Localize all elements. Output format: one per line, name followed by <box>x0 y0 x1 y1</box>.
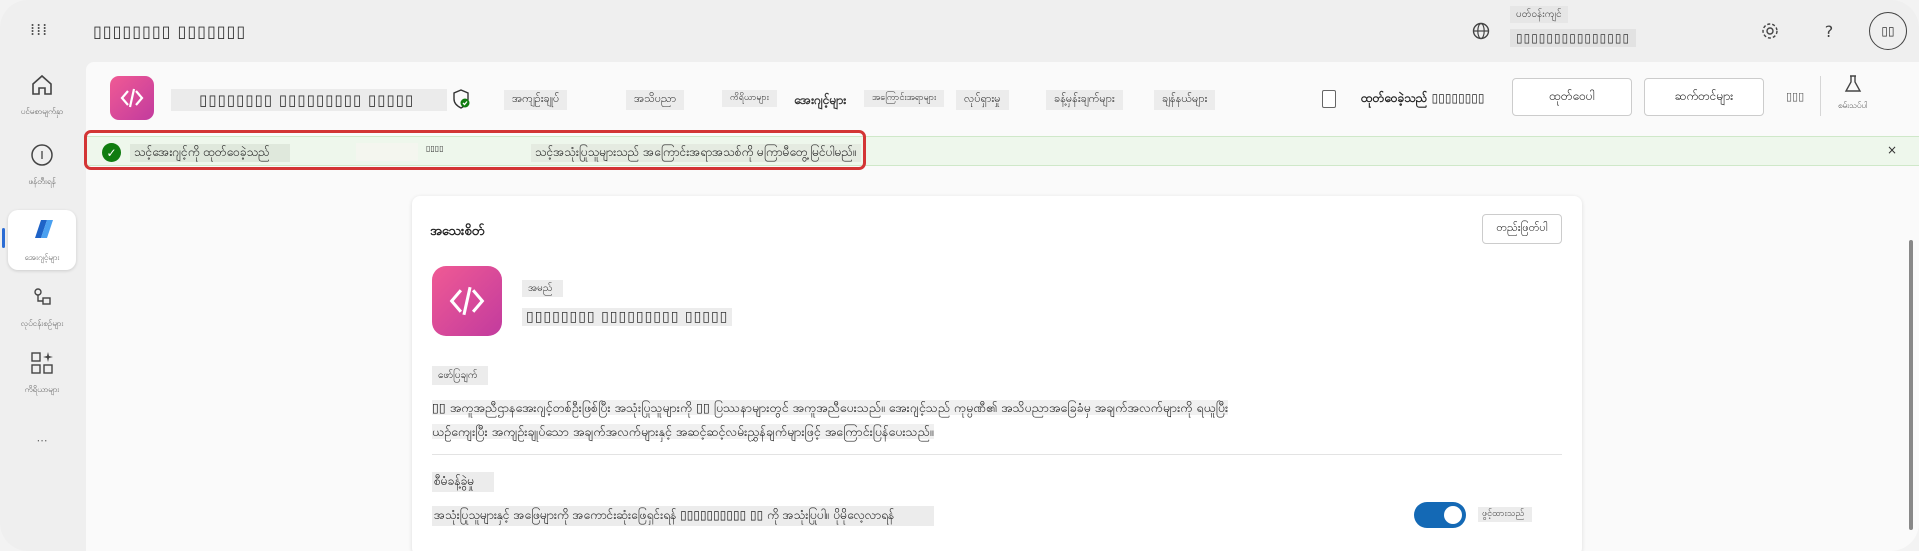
description-line: ▯▯ အကူအညီဌာနအေးဂျင့်တစ်ဦးဖြစ်ပြီး အသုံးပ… <box>432 400 1229 415</box>
flow-icon <box>29 284 55 316</box>
toggle-label: ဖွင့်ထားသည် <box>1478 507 1533 522</box>
description-text: ▯▯ အကူအညီဌာနအေးဂျင့်တစ်ဦးဖြစ်ပြီး အသုံးပ… <box>432 396 1532 444</box>
agent-logo-icon <box>432 266 502 336</box>
agent-icon <box>27 216 57 250</box>
rail-label-flows: လုပ်ငန်းစဉ်များ <box>20 319 64 328</box>
shield-check-icon <box>450 88 472 114</box>
rail-label-create: ဖန်တီးရန် <box>28 177 56 186</box>
rail-label-agents: အေးဂျင့်များ <box>24 253 60 262</box>
window-frame: ⁞⁞⁞ ▯▯▯▯▯▯▯▯ ▯▯▯▯▯▯▯ ပတ်ဝန်းကျင် ▯▯▯▯▯▯▯… <box>0 0 1919 551</box>
help-icon[interactable]: ? <box>1816 18 1842 44</box>
app-title: ▯▯▯▯▯▯▯▯ ▯▯▯▯▯▯▯ <box>93 22 247 41</box>
globe-icon[interactable] <box>1468 18 1494 44</box>
environment-picker[interactable]: ပတ်ဝန်းကျင် ▯▯▯▯▯▯▯▯▯▯▯▯▯▯▯ <box>1510 6 1640 47</box>
more-options-button[interactable]: ▯▯▯ <box>1786 90 1804 103</box>
rail-item-create[interactable]: ဖန်တီးရန် <box>8 142 76 188</box>
divider <box>1820 76 1821 116</box>
test-label: စမ်းသပ်ပါ <box>1838 101 1868 110</box>
left-rail: ပင်မစာမျက်နှာ ဖန်တီးရန် အေးဂျင့်များ လုပ… <box>0 62 86 551</box>
divider <box>432 454 1562 455</box>
publish-status: ထုတ်ဝေခဲ့သည် ▯▯▯▯▯▯▯▯ <box>1361 91 1485 105</box>
publish-button[interactable]: ထုတ်ဝေပါ <box>1512 78 1632 116</box>
tab-analytics[interactable]: ခန့်မှန်းချက်များ <box>1046 90 1123 110</box>
section-text: အသုံးပြုသူများနှင့် အဖြေများကို အကောင်းဆ… <box>432 506 935 526</box>
rail-label-tools: ကိရိယာများ <box>24 385 60 394</box>
tab-tools[interactable]: ကိရိယာများ <box>722 90 777 107</box>
close-icon[interactable]: × <box>1887 143 1897 157</box>
description-line: ယဉ်ကျေးပြီး အကျဉ်းချုပ်သော အချက်အလက်များ… <box>432 424 934 439</box>
settings-button[interactable]: ဆက်တင်များ <box>1644 78 1764 116</box>
rail-item-home[interactable]: ပင်မစာမျက်နှာ <box>8 72 76 118</box>
tab-knowledge[interactable]: အသိပညာ <box>626 90 685 110</box>
agent-name: ▯▯▯▯▯▯▯▯ ▯▯▯▯▯▯▯▯▯ ▯▯▯▯▯ <box>171 89 447 111</box>
add-circle-icon <box>29 142 55 174</box>
flask-icon <box>1843 74 1863 98</box>
rail-item-flows[interactable]: လုပ်ငန်းစဉ်များ <box>8 284 76 330</box>
agent-logo-icon <box>110 76 154 120</box>
rail-item-more[interactable]: ⋯ <box>8 432 76 447</box>
rail-label-more: ⋯ <box>36 434 48 447</box>
avatar[interactable]: ▯▯ <box>1869 12 1907 50</box>
name-value: ▯▯▯▯▯▯▯▯ ▯▯▯▯▯▯▯▯▯ ▯▯▯▯▯ <box>522 308 733 326</box>
apps-icon <box>29 350 55 382</box>
name-label: အမည် <box>522 280 563 297</box>
tab-overview[interactable]: အကျဉ်းချုပ် <box>504 90 568 110</box>
scrollbar[interactable] <box>1909 240 1913 530</box>
card-title: အသေးစိတ် <box>430 224 485 239</box>
rail-item-agents[interactable]: အေးဂျင့်များ <box>2 210 76 270</box>
document-icon <box>1322 90 1336 108</box>
description-label: ဖော်ပြချက် <box>432 366 488 385</box>
tab-channels[interactable]: ချန်နယ်များ <box>1154 90 1216 110</box>
home-icon <box>29 72 55 104</box>
environment-label: ပတ်ဝန်းကျင် <box>1510 6 1568 23</box>
tab-activity[interactable]: လုပ်ရှားမှု <box>956 90 1009 110</box>
tab-agents[interactable]: အေးဂျင့်များ <box>786 90 854 112</box>
feature-toggle[interactable] <box>1414 502 1466 528</box>
details-card: အသေးစိတ် တည်းဖြတ်ပါ အမည် ▯▯▯▯▯▯▯▯ ▯▯▯▯▯▯… <box>412 196 1582 551</box>
highlight-box <box>84 130 866 170</box>
app-launcher-icon[interactable]: ⁞⁞⁞ <box>30 20 48 39</box>
top-bar: ⁞⁞⁞ ▯▯▯▯▯▯▯▯ ▯▯▯▯▯▯▯ ပတ်ဝန်းကျင် ▯▯▯▯▯▯▯… <box>0 0 1919 62</box>
edit-button[interactable]: တည်းဖြတ်ပါ <box>1482 214 1562 244</box>
rail-label-home: ပင်မစာမျက်နှာ <box>20 107 64 116</box>
section-label: စီမံခန့်ခွဲမှု <box>432 472 495 492</box>
rail-item-tools[interactable]: ကိရိယာများ <box>8 350 76 396</box>
command-bar: ▯▯▯▯▯▯▯▯ ▯▯▯▯▯▯▯▯▯ ▯▯▯▯▯ အကျဉ်းချုပ် အသိ… <box>86 62 1919 136</box>
environment-value: ▯▯▯▯▯▯▯▯▯▯▯▯▯▯▯ <box>1510 29 1637 47</box>
test-button[interactable]: စမ်းသပ်ပါ <box>1838 74 1867 112</box>
tab-topics[interactable]: အကြောင်းအရာများ <box>864 90 945 107</box>
gear-icon[interactable] <box>1757 18 1783 44</box>
